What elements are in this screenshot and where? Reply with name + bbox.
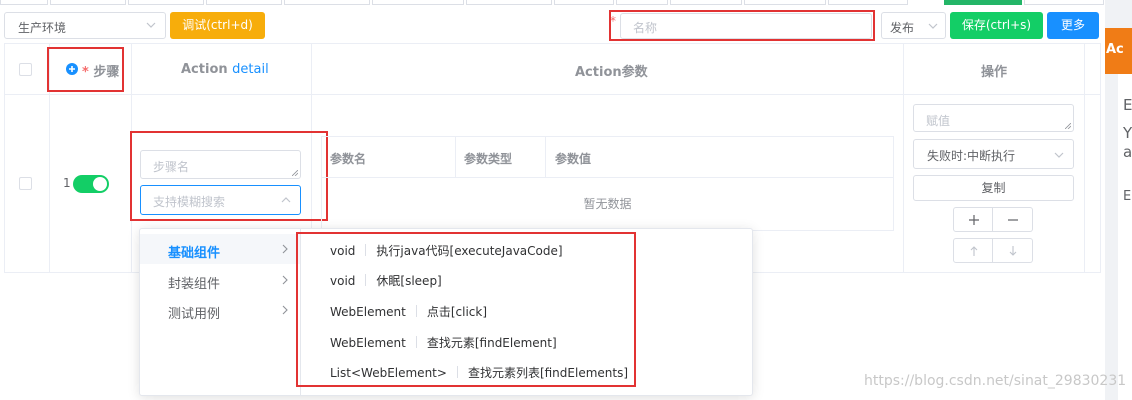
params-table: 参数名 参数类型 参数值 暂无数据 [321, 136, 894, 231]
params-column-divider [545, 137, 546, 177]
top-tab[interactable] [616, 0, 668, 5]
top-tab[interactable] [128, 0, 204, 5]
params-column-divider [455, 137, 456, 177]
chevron-right-icon [282, 244, 288, 254]
add-row-button[interactable] [953, 207, 993, 232]
top-tab[interactable] [206, 0, 282, 5]
move-down-button[interactable] [993, 238, 1033, 263]
action-params-header: Action参数 [575, 65, 648, 80]
chevron-right-icon [282, 275, 288, 285]
remove-row-button[interactable] [993, 207, 1033, 232]
top-tab[interactable] [554, 0, 614, 5]
top-tab[interactable] [372, 0, 464, 5]
column-divider [1084, 44, 1085, 272]
assign-input[interactable]: 赋值 [913, 104, 1074, 132]
watermark: https://blog.csdn.net/sinat_29830231 [864, 373, 1127, 389]
side-panel-body [1118, 74, 1132, 400]
top-tab[interactable] [284, 0, 370, 5]
operations-header: 操作 [981, 65, 1008, 80]
params-header-divider [322, 177, 893, 178]
arrow-down-icon [1009, 246, 1017, 256]
step-enabled-toggle[interactable] [73, 175, 109, 193]
side-panel-text: Y [1123, 124, 1132, 142]
top-tab[interactable] [744, 0, 826, 5]
chevron-down-icon [146, 22, 156, 28]
copy-button[interactable]: 复制 [913, 175, 1074, 201]
environment-value: 生产环境 [18, 21, 67, 35]
top-tab-active[interactable] [944, 0, 1022, 5]
more-button[interactable]: 更多 [1047, 12, 1099, 39]
publish-value: 发布 [890, 21, 915, 35]
action-header-label: Action [181, 62, 228, 77]
cascader-category-wrapped[interactable]: 封装组件 [140, 265, 300, 295]
on-fail-value: 失败时:中断执行 [927, 149, 1016, 163]
top-tab[interactable] [828, 0, 908, 5]
top-tab-strip [0, 0, 1132, 6]
side-panel-text: a [1123, 143, 1132, 161]
step-number: 1 [63, 176, 71, 190]
plus-icon [969, 215, 979, 225]
top-tab[interactable] [466, 0, 552, 5]
debug-button[interactable]: 调试(ctrl+d) [170, 12, 265, 39]
side-panel-text: E [1123, 96, 1132, 114]
select-all-checkbox[interactable] [19, 63, 32, 76]
toggle-knob [93, 177, 107, 191]
annotation-box-step [47, 47, 124, 92]
side-panel-header: Ac [1105, 28, 1132, 74]
chevron-down-icon [1054, 152, 1064, 158]
header-divider [5, 94, 1100, 95]
cascader-category-basic[interactable]: 基础组件 [140, 234, 300, 264]
move-up-button[interactable] [953, 238, 993, 263]
on-fail-select[interactable]: 失败时:中断执行 [913, 139, 1074, 169]
arrow-up-icon [970, 246, 978, 256]
param-type-header: 参数类型 [464, 152, 513, 166]
category-label: 基础组件 [168, 246, 221, 261]
top-tab[interactable] [0, 0, 48, 5]
category-label: 封装组件 [168, 277, 221, 292]
annotation-box-action [130, 131, 328, 221]
params-empty-text: 暂无数据 [583, 197, 632, 211]
environment-select[interactable]: 生产环境 [4, 12, 166, 39]
chevron-right-icon [282, 305, 288, 315]
assign-placeholder: 赋值 [926, 114, 951, 128]
chevron-down-icon [928, 23, 938, 29]
top-tab[interactable] [50, 0, 126, 5]
annotation-box-name [609, 10, 875, 41]
minus-icon [1008, 219, 1018, 221]
annotation-box-options [296, 232, 636, 387]
param-value-header: 参数值 [555, 152, 592, 166]
save-button[interactable]: 保存(ctrl+s) [950, 12, 1043, 39]
action-detail-link[interactable]: detail [232, 62, 269, 77]
cascader-category-menu: 基础组件 封装组件 测试用例 [140, 229, 301, 395]
top-tab[interactable] [670, 0, 742, 5]
param-name-header: 参数名 [330, 152, 367, 166]
top-tab[interactable] [1024, 0, 1104, 5]
publish-select[interactable]: 发布 [881, 12, 946, 39]
action-header: Action detail [181, 62, 269, 77]
cascader-category-testcase[interactable]: 测试用例 [140, 295, 300, 325]
side-panel-title: Ac [1106, 42, 1124, 57]
row-checkbox[interactable] [19, 177, 32, 190]
column-divider [903, 44, 904, 272]
side-panel-text: E [1123, 189, 1132, 204]
resize-grip-icon[interactable] [1065, 123, 1071, 129]
category-label: 测试用例 [168, 307, 221, 322]
